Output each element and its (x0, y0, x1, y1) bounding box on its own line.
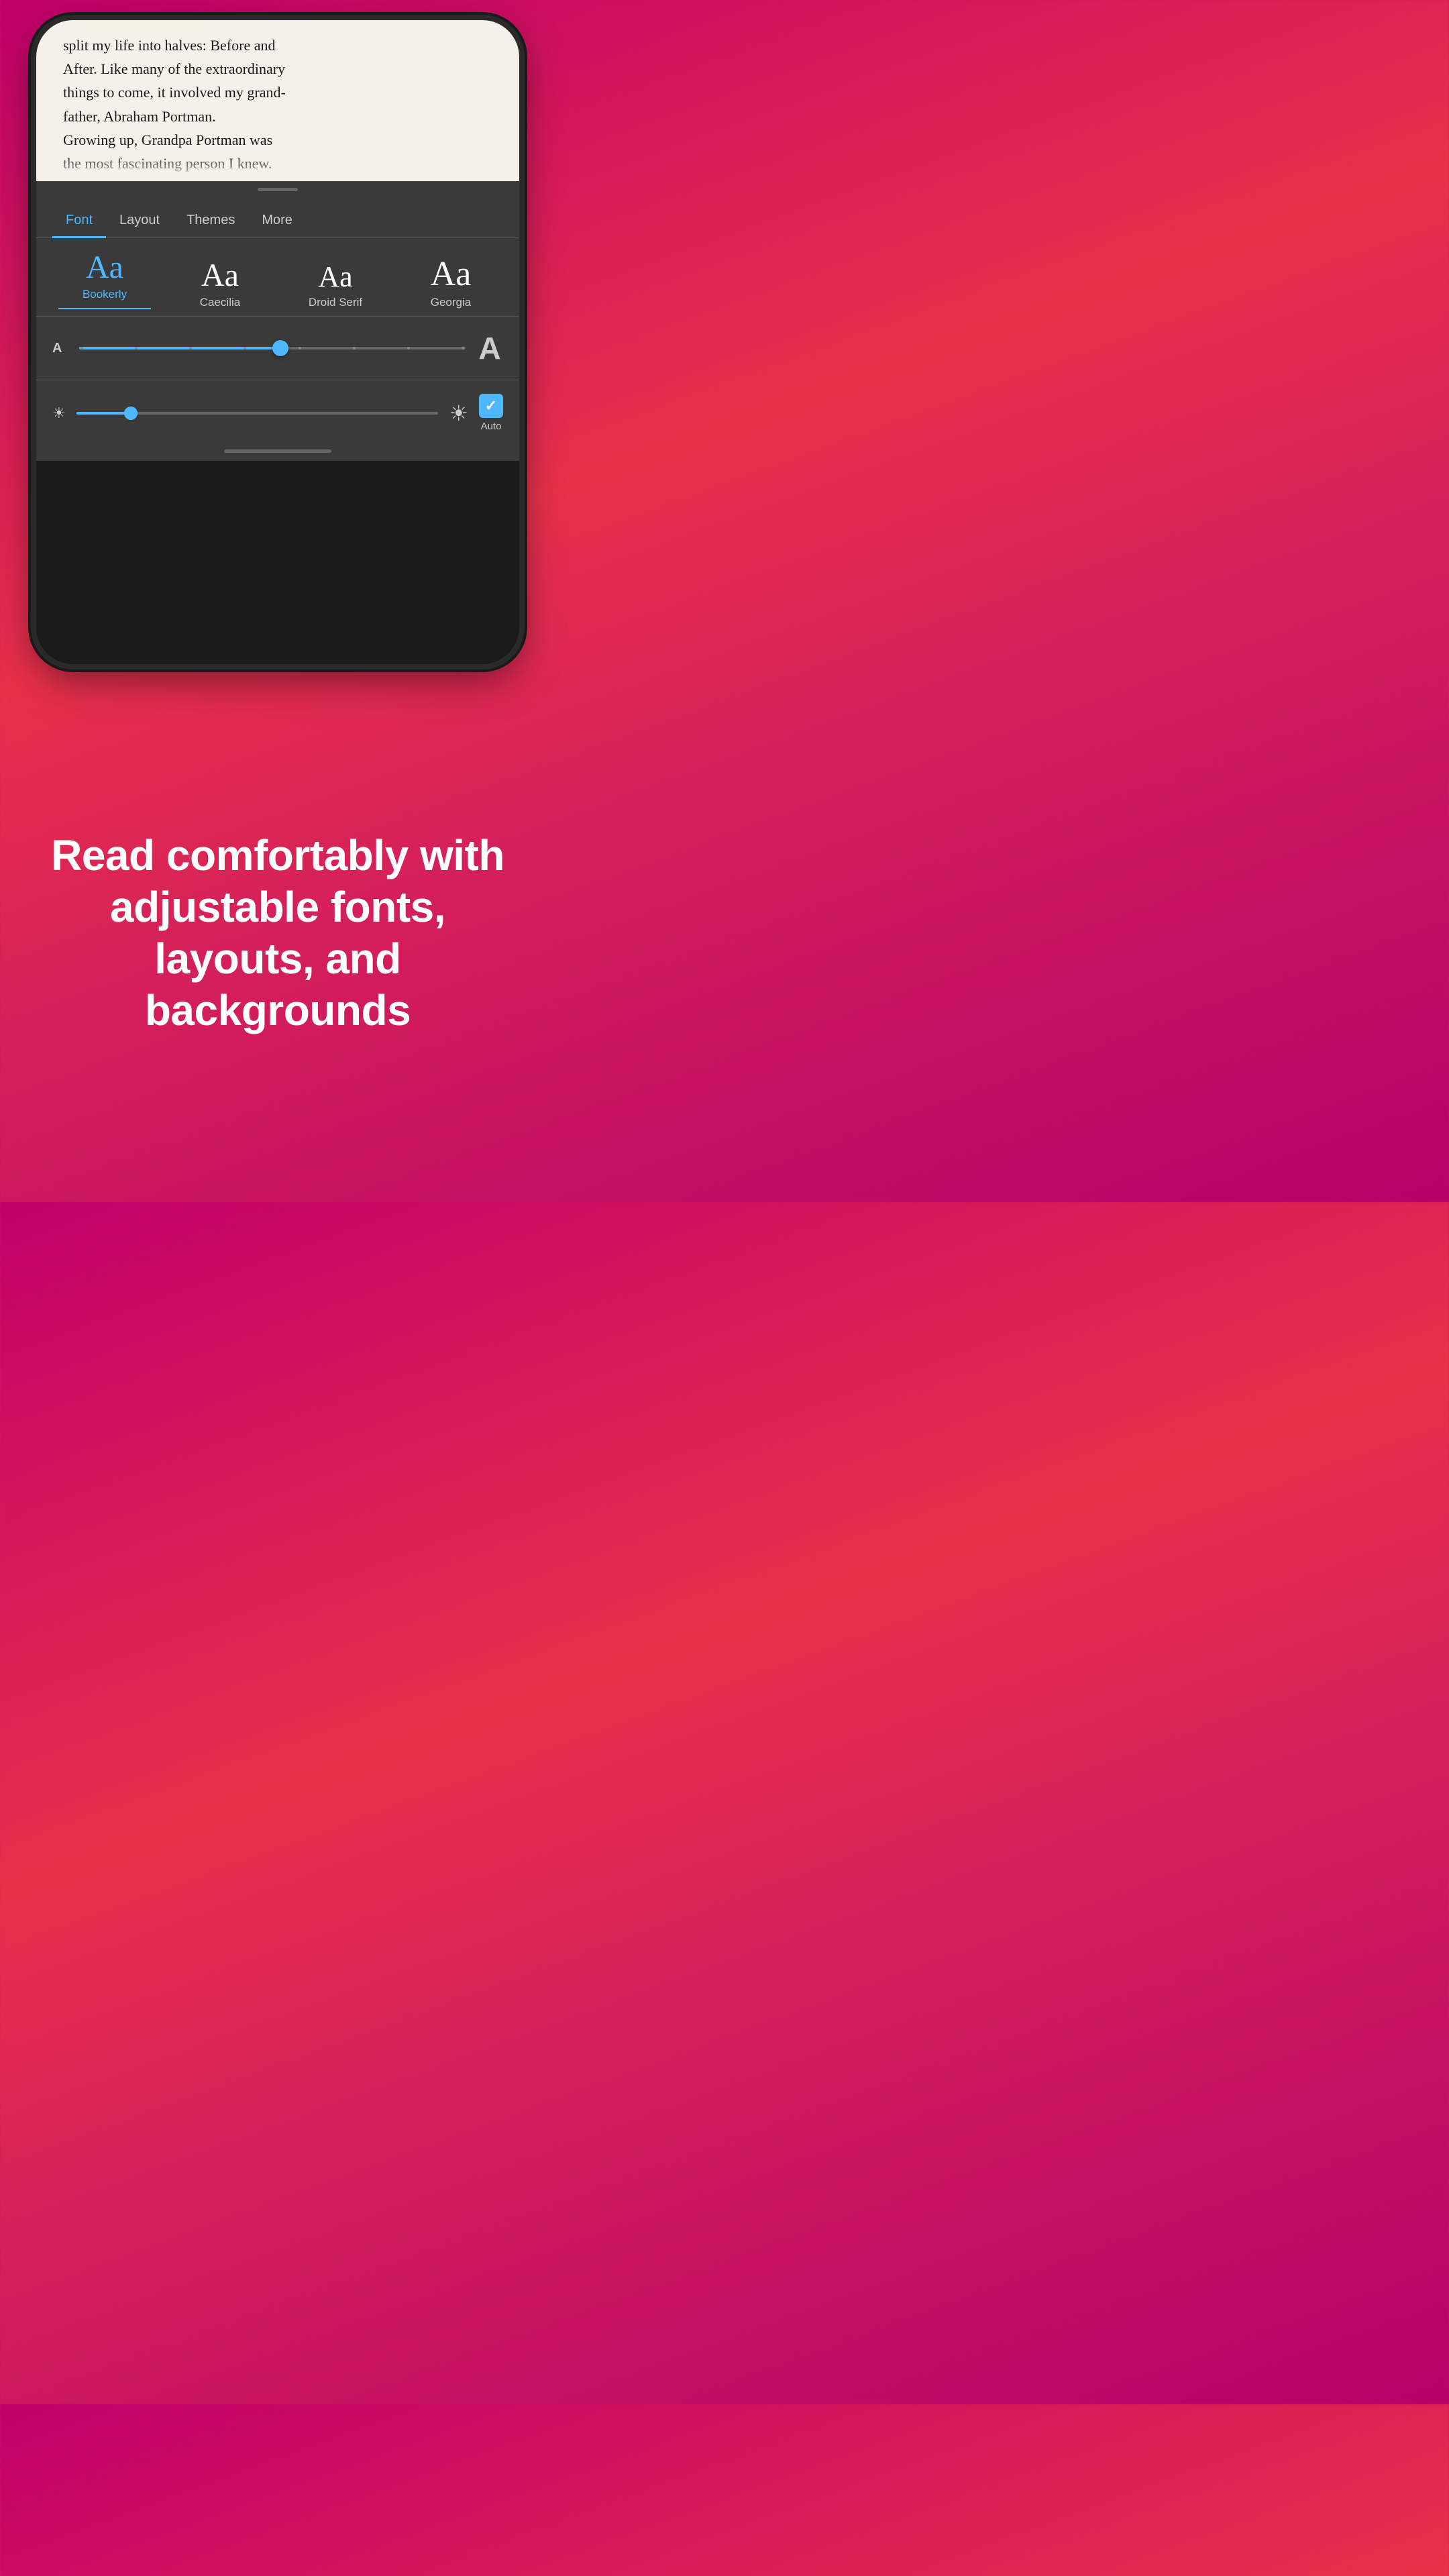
font-selected-indicator (58, 308, 151, 309)
book-text-line4: father, Abraham Portman. (63, 108, 216, 125)
droid-serif-preview: Aa (318, 262, 352, 292)
checkbox-box: ✓ (479, 394, 503, 418)
checkmark-icon: ✓ (485, 397, 497, 415)
slider-dot (80, 347, 83, 350)
bottom-sheet: Font Layout Themes More Aa Bookerly Aa C… (36, 181, 519, 461)
book-content: split my life into halves: Before and Af… (36, 20, 519, 181)
tab-bar: Font Layout Themes More (36, 195, 519, 238)
droid-serif-name: Droid Serif (309, 296, 362, 309)
georgia-name: Georgia (431, 296, 471, 309)
book-text-line1: split my life into halves: Before and (63, 37, 276, 54)
book-text-line2: After. Like many of the extraordinary (63, 60, 285, 77)
phone-frame: split my life into halves: Before and Af… (36, 20, 519, 664)
tab-themes[interactable]: Themes (173, 206, 248, 237)
georgia-preview: Aa (431, 257, 472, 292)
font-option-caecilia[interactable]: Aa Caecilia (162, 260, 278, 309)
caecilia-name: Caecilia (200, 296, 240, 309)
home-indicator (224, 449, 331, 453)
slider-dot (353, 347, 356, 350)
font-option-droid-serif[interactable]: Aa Droid Serif (278, 262, 393, 309)
book-text-line6: the most fascinating person I knew. (63, 155, 272, 172)
font-size-slider[interactable] (79, 347, 466, 350)
font-options-panel: Aa Bookerly Aa Caecilia Aa Droid Serif A… (36, 238, 519, 317)
promo-headline: Read comfortably with adjustable fonts, … (40, 830, 515, 1036)
bookerly-preview: Aa (86, 252, 123, 284)
auto-label: Auto (481, 421, 502, 432)
auto-brightness-checkbox[interactable]: ✓ Auto (479, 394, 503, 432)
bookerly-name: Bookerly (83, 288, 127, 301)
drag-handle[interactable] (258, 188, 298, 191)
font-option-bookerly[interactable]: Aa Bookerly (47, 252, 162, 309)
slider-dot (189, 347, 192, 350)
tab-more[interactable]: More (248, 206, 306, 237)
slider-dot (407, 347, 410, 350)
tab-layout[interactable]: Layout (106, 206, 173, 237)
font-size-small-label: A (52, 341, 68, 356)
font-option-georgia[interactable]: Aa Georgia (393, 257, 508, 309)
slider-dot (244, 347, 246, 350)
tab-font[interactable]: Font (52, 206, 106, 237)
brightness-section: ☀ ☀ ✓ Auto (36, 380, 519, 443)
font-size-section: A A (36, 317, 519, 380)
slider-dot (135, 347, 138, 350)
brightness-high-icon: ☀ (449, 400, 468, 426)
font-size-slider-thumb[interactable] (272, 340, 288, 356)
book-text-line3: things to come, it involved my grand- (63, 84, 286, 101)
book-text-line5: Growing up, Grandpa Portman was (63, 131, 272, 148)
font-size-large-label: A (476, 330, 503, 366)
caecilia-preview: Aa (201, 260, 239, 292)
brightness-low-icon: ☀ (52, 405, 66, 422)
slider-dot (462, 347, 464, 350)
brightness-slider[interactable] (76, 412, 439, 415)
brightness-slider-fill (76, 412, 131, 415)
brightness-slider-thumb[interactable] (124, 407, 138, 420)
promo-section: Read comfortably with adjustable fonts, … (0, 664, 555, 1202)
slider-dot (299, 347, 301, 350)
